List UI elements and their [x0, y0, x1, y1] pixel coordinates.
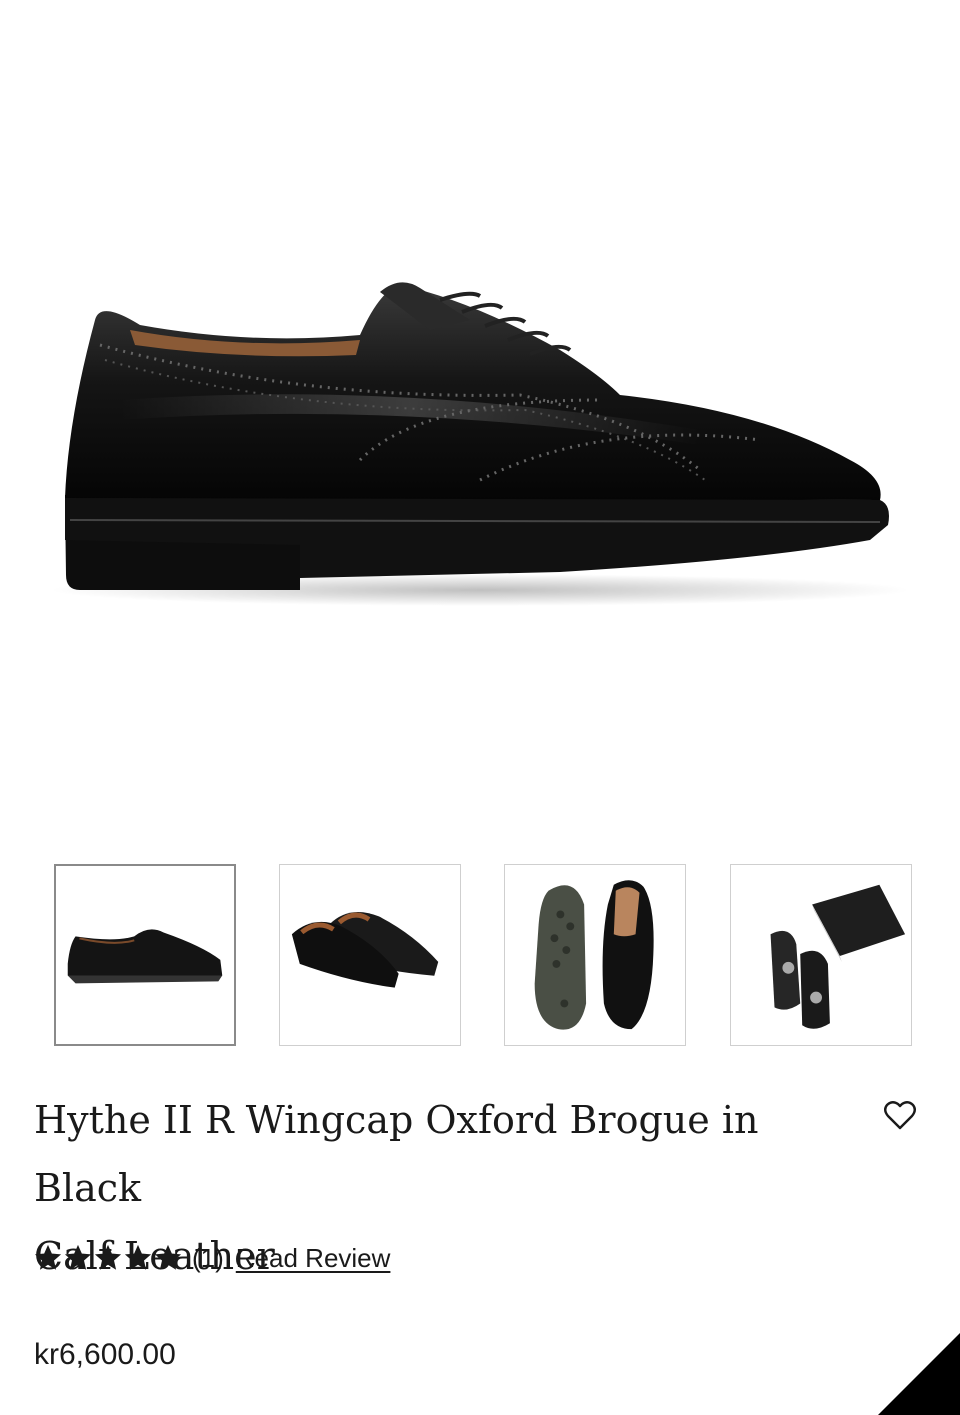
star-filled-icon [94, 1244, 122, 1270]
heart-outline-icon [884, 1101, 916, 1130]
thumbnail-gallery [54, 864, 914, 1048]
star-filled-icon [34, 1244, 62, 1270]
thumbnail-accessories-image [770, 884, 906, 1029]
thumbnail-side-view[interactable] [54, 864, 236, 1046]
product-title-line-1: Hythe II R Wingcap Oxford Brogue in Blac… [34, 1098, 759, 1210]
star-filled-icon [124, 1244, 152, 1270]
product-rating: (1) Read Review [34, 1240, 390, 1276]
read-review-link[interactable]: Read Review [236, 1243, 391, 1274]
main-product-image[interactable] [0, 0, 960, 820]
thumbnail-pair-view-image [291, 911, 439, 988]
thumbnail-pair-view[interactable] [279, 864, 461, 1046]
product-price: kr6,600.00 [34, 1338, 176, 1371]
thumbnail-sole-view[interactable] [504, 864, 686, 1046]
thumbnail-sole-view-image [534, 880, 654, 1030]
star-rating [34, 1244, 182, 1272]
star-filled-icon [64, 1244, 92, 1270]
star-filled-icon [154, 1244, 182, 1270]
thumbnail-side-view-image [67, 929, 223, 984]
review-count: (1) [192, 1242, 224, 1273]
wishlist-button[interactable] [882, 1097, 918, 1133]
thumbnail-accessories[interactable] [730, 864, 912, 1046]
corner-triangle [878, 1333, 960, 1415]
shoe-side-view-image [50, 282, 910, 606]
